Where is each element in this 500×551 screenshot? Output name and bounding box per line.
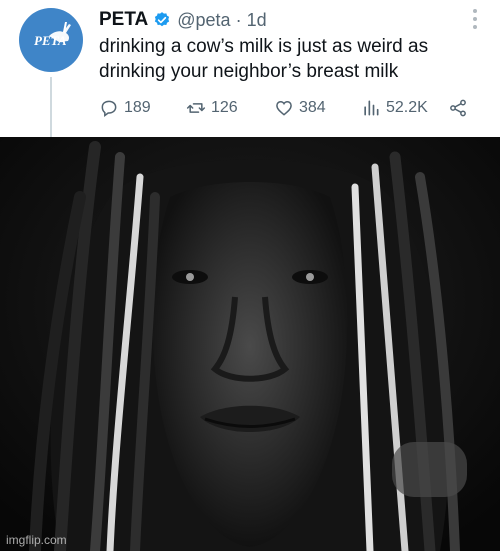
avatar[interactable]: PETA <box>19 8 83 72</box>
avatar-logo-text: PETA <box>34 33 67 48</box>
tweet-text: drinking a cow’s milk is just as weird a… <box>99 34 489 84</box>
like-button[interactable]: 384 <box>274 97 326 119</box>
reply-count: 189 <box>124 99 151 116</box>
heart-icon <box>276 100 292 116</box>
retweet-icon <box>186 103 206 113</box>
tweet-text-line: drinking your neighbor’s breast milk <box>99 61 399 82</box>
more-dots-icon[interactable] <box>473 9 477 29</box>
display-name[interactable]: PETA <box>99 9 148 31</box>
views-button[interactable]: 52.2K <box>361 97 428 119</box>
views-count: 52.2K <box>386 99 428 116</box>
verified-badge-icon <box>155 12 170 27</box>
handle-and-time[interactable]: @peta · 1d <box>177 10 266 31</box>
views-chart-icon <box>364 100 379 116</box>
tweet-card[interactable]: PETA PETA @peta · 1d drinking a cow’s mi… <box>0 0 500 137</box>
retweet-count: 126 <box>211 99 238 116</box>
retweet-button[interactable]: 126 <box>186 97 238 119</box>
portrait-image <box>0 137 500 551</box>
like-count: 384 <box>299 99 326 116</box>
reply-button[interactable]: 189 <box>99 97 151 119</box>
share-button[interactable] <box>448 97 473 119</box>
tweet-text-line: drinking a cow’s milk is just as weird a… <box>99 36 429 57</box>
share-icon <box>450 99 466 117</box>
tweet-header: PETA @peta · 1d <box>99 8 267 32</box>
reply-icon <box>101 100 117 117</box>
action-bar: 189 126 384 52.2K <box>99 97 479 119</box>
thread-line <box>50 77 52 137</box>
meme-photo: imgflip.com <box>0 137 500 551</box>
watermark-text: imgflip.com <box>6 533 67 547</box>
